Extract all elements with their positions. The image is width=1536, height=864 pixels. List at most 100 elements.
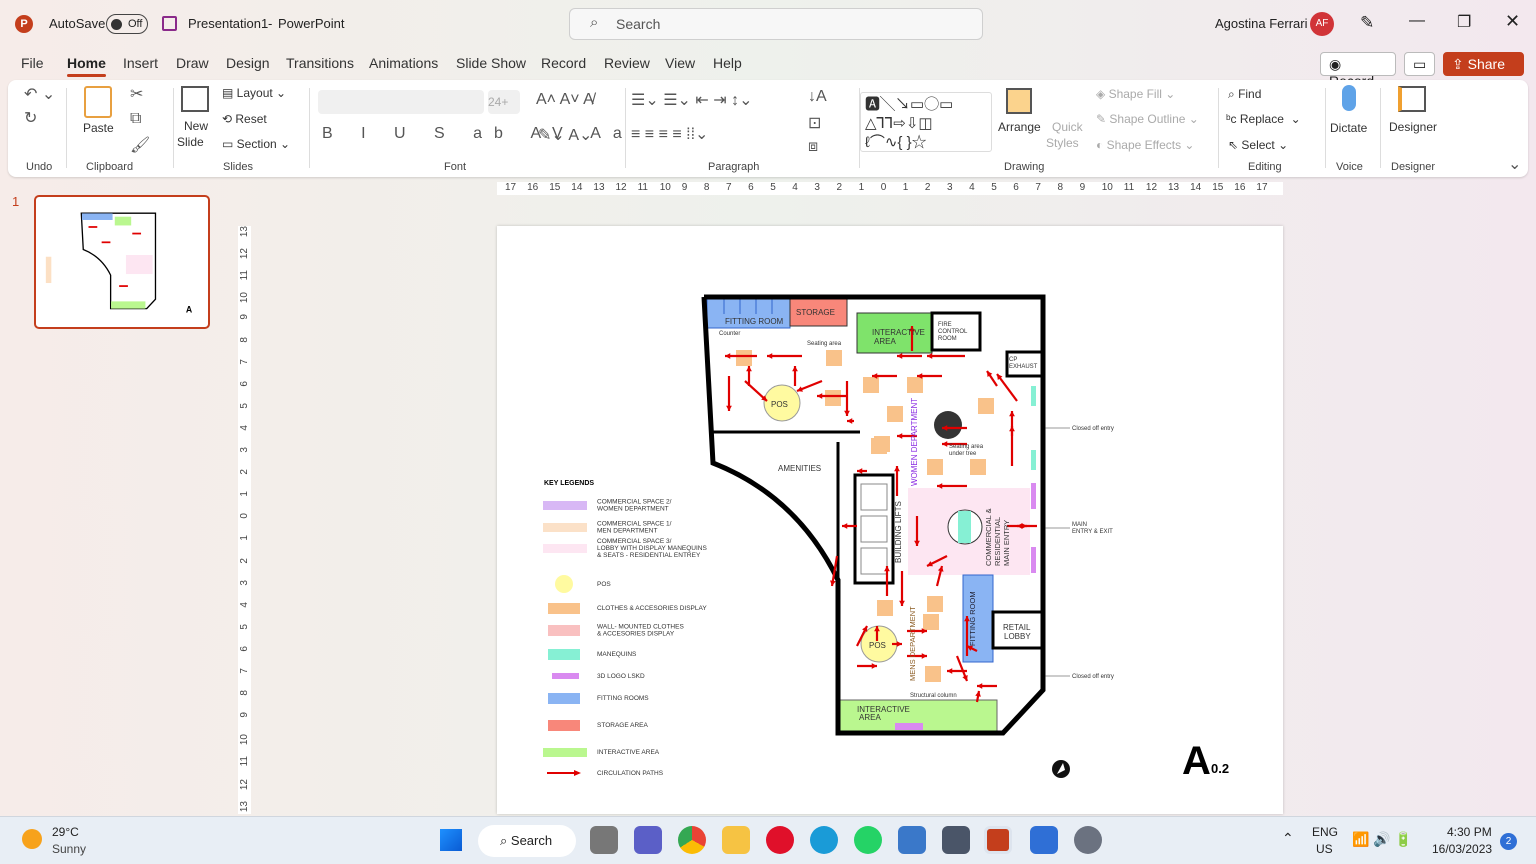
paste-button[interactable]: Paste (83, 121, 114, 135)
search-input[interactable]: ⌕ Search (569, 8, 983, 40)
slide-thumbnail[interactable]: A (34, 195, 210, 329)
divider (1218, 88, 1219, 168)
calculator-icon[interactable] (942, 826, 970, 854)
section-button[interactable]: ▭ Section ⌄ (222, 137, 290, 151)
new-slide-label[interactable]: New (184, 119, 208, 133)
find-button[interactable]: ⌕ Find (1228, 87, 1261, 102)
designer-button[interactable]: Designer (1389, 120, 1437, 134)
comments-button[interactable]: ▭ (1404, 52, 1435, 76)
tab-design[interactable]: Design (226, 55, 270, 71)
share-button[interactable]: ⇪ Share ⌄ (1443, 52, 1524, 89)
layout-button[interactable]: ▤ Layout ⌄ (222, 86, 286, 100)
close-button[interactable]: ✕ (1505, 11, 1520, 32)
ruler-tick-label: 5 (239, 623, 250, 630)
slide-canvas[interactable]: FITTING ROOM STORAGE INTERACTIVE AREA AM… (497, 226, 1283, 814)
restore-button[interactable]: ❐ (1457, 12, 1471, 32)
show-hidden-icons[interactable]: ⌃ (1282, 830, 1294, 847)
clock-date[interactable]: 16/03/2023 (1432, 842, 1492, 856)
notification-badge[interactable]: 2 (1500, 833, 1517, 850)
tab-record[interactable]: Record (541, 55, 586, 71)
list-icons[interactable]: ☰⌄ ☰⌄ ⇤ ⇥ ↕⌄ (631, 90, 753, 110)
edge-icon[interactable] (810, 826, 838, 854)
shape-fill-button[interactable]: ◈ Shape Fill ⌄ (1096, 87, 1175, 101)
select-button[interactable]: ⇖ Select ⌄ (1228, 138, 1288, 152)
shape-effects-button[interactable]: ◐ Shape Effects ⌄ (1096, 138, 1194, 152)
tab-view[interactable]: View (665, 55, 695, 71)
taskbar-search[interactable]: ⌕ Search (478, 825, 576, 857)
quick-styles-label-2[interactable]: Styles (1046, 136, 1079, 150)
new-slide-label-2[interactable]: Slide (177, 135, 204, 149)
record-button[interactable]: ◉ Record (1320, 52, 1396, 89)
tab-review[interactable]: Review (604, 55, 650, 71)
opera-icon[interactable] (766, 826, 794, 854)
weather-sun-icon[interactable] (22, 829, 42, 849)
language-indicator[interactable]: ENG (1312, 825, 1338, 839)
app-stack-icon[interactable] (1030, 826, 1058, 854)
smartart-icon[interactable]: ⧈ (808, 138, 818, 156)
teams-icon[interactable] (634, 826, 662, 854)
tab-insert[interactable]: Insert (123, 55, 158, 71)
user-name[interactable]: Agostina Ferrari (1215, 16, 1307, 31)
legend-label: 3D LOGO LSKD (597, 673, 645, 680)
photos-icon[interactable] (898, 826, 926, 854)
quick-styles-button[interactable]: Quick (1052, 120, 1083, 134)
ruler-tick-label: 2 (239, 469, 250, 475)
designer-icon[interactable] (1398, 86, 1426, 112)
chrome-icon[interactable] (678, 826, 706, 854)
shape-outline-button[interactable]: ✎ Shape Outline ⌄ (1096, 112, 1199, 126)
vertical-ruler[interactable]: 13 12 11 10 9 8 7 6 5 4 3 2 1 0 1 2 3 4 5 6 7 8 9 10 11 12 13 (238, 226, 251, 814)
settings-gear-icon[interactable] (1074, 826, 1102, 854)
copy-icon[interactable]: ⧉ (130, 110, 141, 128)
powerpoint-logo-icon: P (15, 15, 33, 33)
pen-icon[interactable]: ✎ (1360, 13, 1374, 33)
new-slide-icon[interactable] (181, 86, 209, 112)
tab-animations[interactable]: Animations (369, 55, 438, 71)
ruler-tick-label: 9 (239, 712, 250, 718)
font-name-select[interactable] (318, 90, 484, 114)
ruler-tick-label: 3 (947, 182, 953, 193)
avatar[interactable]: AF (1310, 12, 1334, 36)
tab-help[interactable]: Help (713, 55, 742, 71)
format-painter-icon[interactable]: 🖌 (130, 135, 150, 155)
tab-slide-show[interactable]: Slide Show (456, 55, 526, 71)
font-size-select[interactable]: 24+ (488, 90, 520, 114)
font-size-controls-icon[interactable]: A˄ A˅ A̸ (536, 91, 594, 109)
language-region[interactable]: US (1316, 842, 1333, 856)
tab-home[interactable]: Home (67, 55, 106, 77)
whatsapp-icon[interactable] (854, 826, 882, 854)
weather-status[interactable]: Sunny (52, 842, 86, 856)
legend: COMMERCIAL SPACE 2/WOMEN DEPARTMENTCOMME… (543, 499, 707, 777)
reset-button[interactable]: ⟲ Reset (222, 112, 267, 126)
paste-icon[interactable] (84, 86, 112, 118)
task-view-icon[interactable] (590, 826, 618, 854)
save-icon[interactable] (162, 16, 177, 31)
clock-time[interactable]: 4:30 PM (1447, 825, 1492, 839)
wifi-volume-battery-icons[interactable]: 📶 🔊 🔋 (1352, 831, 1412, 848)
cut-icon[interactable]: ✂ (130, 84, 143, 104)
text-direction-icon[interactable]: ↓A (808, 88, 827, 106)
collapse-ribbon-icon[interactable]: ⌄ (1508, 154, 1521, 174)
dictate-button[interactable]: Dictate (1330, 121, 1367, 135)
replace-button[interactable]: ᵇc Replace ⌄ (1226, 112, 1301, 126)
tab-file[interactable]: File (21, 55, 44, 71)
minimize-button[interactable]: — (1409, 12, 1425, 30)
highlight-color-icon[interactable]: ✎⌄ A⌄ (538, 125, 592, 145)
microphone-icon[interactable] (1342, 85, 1356, 111)
autosave-toggle[interactable]: Off (106, 14, 148, 34)
horizontal-ruler[interactable]: 17 16 15 14 13 12 11 10 9 8 7 6 5 4 3 2 1 0 1 2 3 4 5 6 7 8 9 10 11 1… (497, 182, 1283, 195)
file-explorer-icon[interactable] (722, 826, 750, 854)
tab-transitions[interactable]: Transitions (286, 55, 354, 71)
search-icon: ⌕ (590, 14, 599, 31)
windows-start-icon[interactable] (440, 829, 462, 851)
powerpoint-taskbar-icon[interactable] (984, 826, 1012, 854)
undo-icon[interactable]: ↶ ⌄ (24, 84, 55, 104)
redo-icon[interactable]: ↻ (24, 108, 37, 128)
label-retail-lobby: RETAIL (1003, 623, 1031, 632)
align-icons[interactable]: ≡ ≡ ≡ ≡ ⁞⁞⌄ (631, 124, 708, 144)
weather-temp[interactable]: 29°C (52, 825, 79, 839)
arrange-icon[interactable] (1006, 88, 1032, 114)
align-text-icon[interactable]: ⊡ (808, 113, 821, 133)
arrange-button[interactable]: Arrange (998, 120, 1041, 134)
shapes-gallery[interactable]: 🅰╲↘▭◯▭ △⅂⅂⇨⇩◫ ℓ⌒∿{ }☆ (860, 92, 992, 152)
tab-draw[interactable]: Draw (176, 55, 209, 71)
